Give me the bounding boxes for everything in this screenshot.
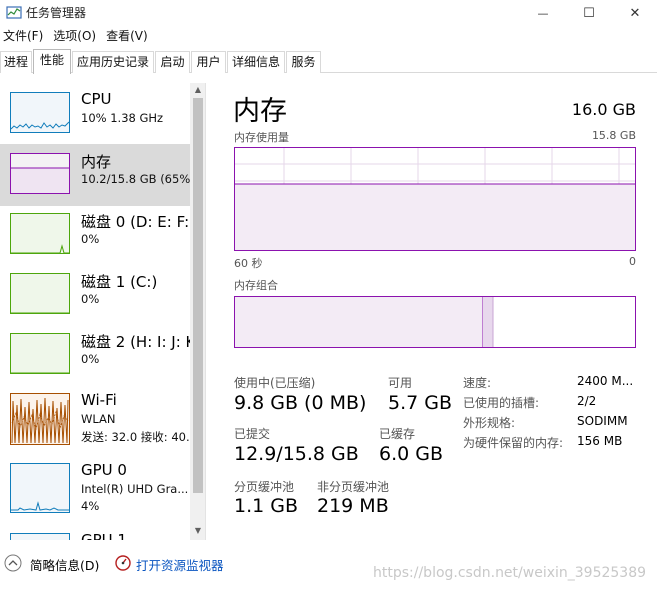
tab-app-history[interactable]: 应用历史记录 bbox=[72, 51, 154, 73]
memory-usage-graph bbox=[234, 147, 636, 251]
device-name: 磁盘 2 (H: I: J: K bbox=[81, 333, 196, 351]
nonpaged-pool-value: 219 MB bbox=[317, 495, 389, 517]
open-resource-monitor-link[interactable]: 打开资源监视器 bbox=[115, 554, 235, 574]
scroll-down-arrow-icon[interactable]: ▼ bbox=[190, 524, 205, 538]
device-gpu-1[interactable]: GPU 1 bbox=[0, 524, 190, 540]
scroll-up-arrow-icon[interactable]: ▲ bbox=[190, 83, 205, 97]
device-subtitle: 10.2/15.8 GB (65%) bbox=[81, 172, 195, 186]
gpu-1-thumbnail-graph bbox=[10, 533, 70, 540]
speed-value: 2400 M... bbox=[577, 374, 634, 388]
available-value: 5.7 GB bbox=[388, 392, 453, 414]
usage-graph-caption: 内存使用量 bbox=[234, 131, 289, 144]
disk-2-thumbnail-graph bbox=[10, 333, 70, 374]
composition-in-use-segment bbox=[235, 297, 483, 347]
window-title: 任务管理器 bbox=[26, 6, 87, 20]
open-resource-monitor-label: 打开资源监视器 bbox=[136, 558, 224, 573]
device-wifi[interactable]: Wi-Fi WLAN 发送: 32.0 接收: 40. bbox=[0, 384, 190, 446]
minimize-icon: — bbox=[537, 6, 549, 20]
device-cpu[interactable]: CPU 10% 1.38 GHz bbox=[0, 83, 190, 145]
device-subtitle: 10% 1.38 GHz bbox=[81, 111, 164, 125]
memory-thumbnail-graph bbox=[10, 153, 70, 194]
maximize-button[interactable]: ☐ bbox=[566, 0, 612, 26]
device-name: GPU 0 bbox=[81, 461, 127, 479]
device-name: CPU bbox=[81, 90, 112, 108]
device-name: 磁盘 0 (D: E: F: bbox=[81, 213, 190, 231]
slots-value: 2/2 bbox=[577, 394, 597, 408]
tab-details[interactable]: 详细信息 bbox=[227, 51, 285, 73]
tab-strip: 进程 性能 应用历史记录 启动 用户 详细信息 服务 bbox=[0, 49, 657, 74]
device-name: 内存 bbox=[81, 153, 112, 171]
paged-pool-label: 分页缓冲池 bbox=[234, 480, 295, 494]
available-label: 可用 bbox=[388, 376, 413, 390]
menu-options[interactable]: 选项(O) bbox=[48, 27, 101, 47]
graph-time-right: 0 bbox=[629, 255, 636, 268]
speed-label: 速度: bbox=[463, 376, 492, 390]
device-disk-2[interactable]: 磁盘 2 (H: I: J: K 0% bbox=[0, 324, 195, 386]
device-disk-1[interactable]: 磁盘 1 (C:) 0% bbox=[0, 264, 190, 326]
device-list-scrollbar[interactable]: ▲ ▼ bbox=[190, 83, 205, 540]
committed-value: 12.9/15.8 GB bbox=[234, 443, 359, 465]
form-factor-value: SODIMM bbox=[577, 414, 628, 428]
task-manager-icon bbox=[6, 6, 22, 19]
fewer-details-label: 简略信息(D) bbox=[30, 558, 100, 573]
close-icon: ✕ bbox=[629, 5, 641, 21]
device-name: GPU 1 bbox=[81, 531, 127, 540]
fewer-details-link[interactable]: 简略信息(D) bbox=[4, 554, 104, 574]
menu-file[interactable]: 文件(F) bbox=[0, 27, 48, 47]
device-name: 磁盘 1 (C:) bbox=[81, 273, 158, 291]
menu-bar: 文件(F) 选项(O) 查看(V) bbox=[0, 27, 153, 47]
device-traffic: 发送: 32.0 接收: 40. bbox=[81, 430, 190, 444]
wifi-thumbnail-graph bbox=[10, 393, 70, 445]
cpu-thumbnail-graph bbox=[10, 92, 70, 133]
disk-1-thumbnail-graph bbox=[10, 273, 70, 314]
device-subtitle: Intel(R) UHD Gra... bbox=[81, 482, 189, 496]
blog-watermark: https://blog.csdn.net/weixin_39525389 bbox=[373, 565, 647, 581]
device-disk-0[interactable]: 磁盘 0 (D: E: F: 0% bbox=[0, 204, 190, 266]
maximize-icon: ☐ bbox=[583, 5, 595, 21]
device-subtitle: WLAN bbox=[81, 412, 116, 426]
device-name: Wi-Fi bbox=[81, 391, 117, 409]
chevron-up-circle-icon bbox=[4, 554, 22, 572]
committed-label: 已提交 bbox=[234, 427, 271, 441]
hardware-reserved-label: 为硬件保留的内存: bbox=[463, 436, 564, 450]
menu-view[interactable]: 查看(V) bbox=[101, 27, 153, 47]
resource-monitor-icon bbox=[115, 555, 131, 571]
cached-value: 6.0 GB bbox=[379, 443, 444, 465]
nonpaged-pool-label: 非分页缓冲池 bbox=[317, 480, 390, 494]
minimize-button[interactable]: — bbox=[520, 0, 566, 26]
usage-fill-area bbox=[235, 184, 635, 250]
device-subtitle: 0% bbox=[81, 292, 100, 306]
paged-pool-value: 1.1 GB bbox=[234, 495, 299, 517]
device-subtitle: 0% bbox=[81, 232, 100, 246]
close-button[interactable]: ✕ bbox=[612, 0, 657, 26]
device-gpu-0[interactable]: GPU 0 Intel(R) UHD Gra... 4% bbox=[0, 454, 190, 516]
title-bar: 任务管理器 — ☐ ✕ bbox=[0, 0, 657, 26]
scrollbar-thumb[interactable] bbox=[193, 98, 203, 493]
tab-startup[interactable]: 启动 bbox=[155, 51, 190, 73]
page-title: 内存 bbox=[233, 96, 287, 127]
tab-services[interactable]: 服务 bbox=[286, 51, 321, 73]
composition-caption: 内存组合 bbox=[234, 279, 278, 292]
memory-total: 16.0 GB bbox=[571, 100, 636, 119]
hardware-reserved-value: 156 MB bbox=[577, 434, 623, 448]
device-list: CPU 10% 1.38 GHz 内存 10.2/15.8 GB (65%) 磁… bbox=[0, 83, 206, 540]
form-factor-label: 外形规格: bbox=[463, 416, 516, 430]
gpu-0-thumbnail-graph bbox=[10, 463, 70, 513]
tab-processes[interactable]: 进程 bbox=[0, 51, 32, 73]
composition-modified-segment bbox=[483, 297, 493, 347]
in-use-label: 使用中(已压缩) bbox=[234, 376, 316, 390]
cached-label: 已缓存 bbox=[379, 427, 416, 441]
graph-time-left: 60 秒 bbox=[234, 257, 263, 270]
tab-performance[interactable]: 性能 bbox=[33, 49, 71, 74]
slots-label: 已使用的插槽: bbox=[463, 396, 540, 410]
device-subtitle: 0% bbox=[81, 352, 100, 366]
tab-users[interactable]: 用户 bbox=[191, 51, 226, 73]
memory-composition-bar bbox=[234, 296, 636, 348]
in-use-value: 9.8 GB (0 MB) bbox=[234, 392, 367, 414]
device-memory[interactable]: 内存 10.2/15.8 GB (65%) bbox=[0, 144, 195, 206]
disk-0-thumbnail-graph bbox=[10, 213, 70, 254]
device-utilization: 4% bbox=[81, 499, 100, 513]
usage-graph-max: 15.8 GB bbox=[591, 129, 636, 142]
